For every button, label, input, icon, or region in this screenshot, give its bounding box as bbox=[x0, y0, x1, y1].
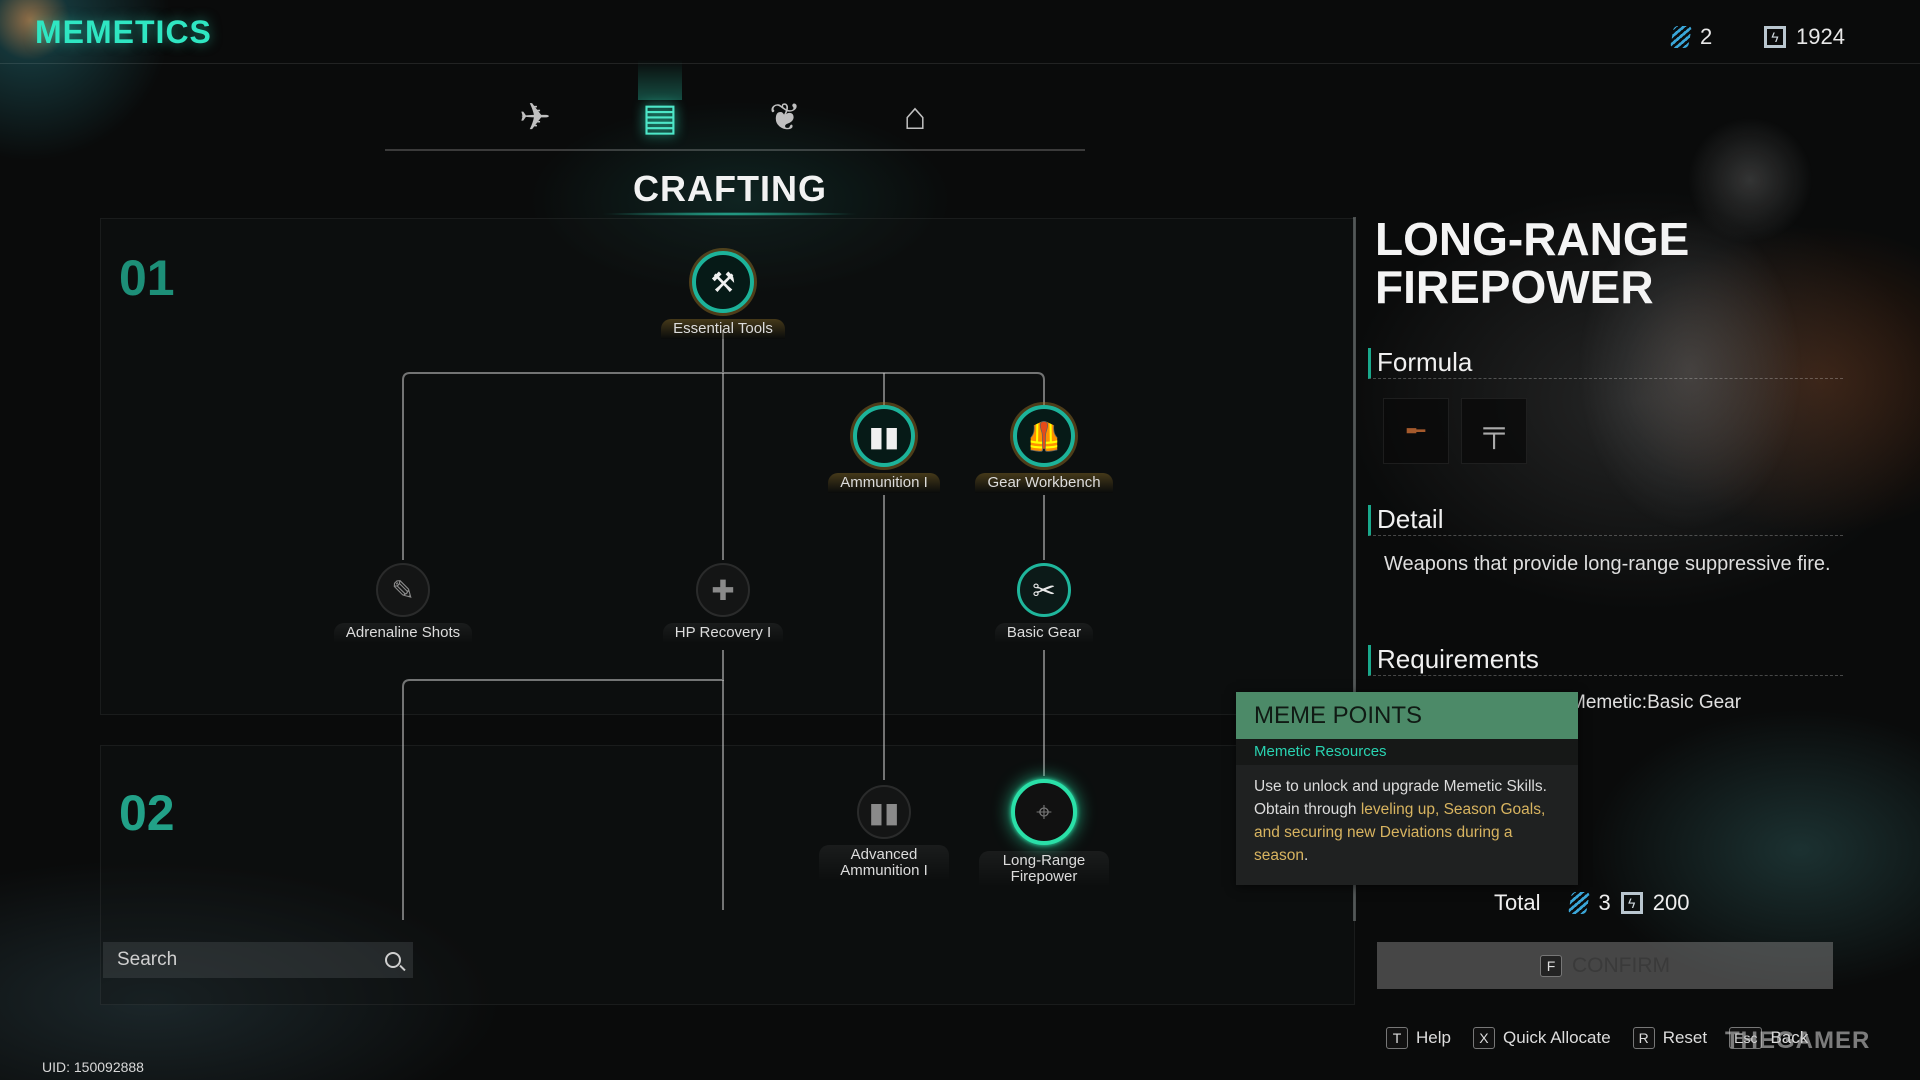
user-id: UID: 150092888 bbox=[42, 1059, 144, 1075]
node-ammunition-1[interactable]: ▮▮ Ammunition I bbox=[814, 405, 954, 493]
meme-points-tooltip: MEME POINTS Memetic Resources Use to unl… bbox=[1236, 692, 1578, 885]
node-gear-workbench[interactable]: 🦺 Gear Workbench bbox=[974, 405, 1114, 493]
syringe-icon: ✎ bbox=[376, 563, 430, 617]
category-tabs: ✈ ▤ ❦ ⌂ bbox=[385, 60, 1085, 151]
node-label: Advanced Ammunition I bbox=[819, 845, 949, 881]
hint-label: Quick Allocate bbox=[1502, 1028, 1611, 1047]
essential-tools-icon: ⚒ bbox=[692, 251, 754, 313]
tab-crafting[interactable]: ▤ bbox=[630, 60, 690, 145]
total-meme-points: 3 bbox=[1598, 890, 1611, 915]
meme-points-counter: 2 bbox=[1672, 24, 1712, 50]
hint-label: Reset bbox=[1662, 1028, 1708, 1047]
meme-points-icon bbox=[1672, 26, 1690, 48]
meme-points-icon bbox=[1570, 892, 1588, 914]
node-label: Ammunition I bbox=[828, 473, 940, 493]
formula-heading: Formula bbox=[1368, 348, 1843, 379]
watermark: THEGAMER bbox=[1725, 1027, 1871, 1054]
key-badge: T bbox=[1386, 1027, 1408, 1049]
node-adrenaline-shots[interactable]: ✎ Adrenaline Shots bbox=[333, 563, 473, 643]
tier-label: 02 bbox=[119, 785, 175, 841]
energy-icon: ϟ bbox=[1620, 892, 1643, 914]
house-icon: ⌂ bbox=[903, 96, 927, 138]
sniper-rifle-icon: ╾ bbox=[1406, 414, 1426, 448]
drone-icon: ✈ bbox=[519, 97, 551, 139]
assault-rifle-icon: ╤ bbox=[1483, 414, 1505, 447]
confirm-key: F bbox=[1540, 954, 1562, 977]
workbench-icon: ▤ bbox=[642, 97, 678, 139]
node-essential-tools[interactable]: ⚒ Essential Tools bbox=[653, 251, 793, 339]
plant-icon: ❦ bbox=[769, 97, 801, 139]
tooltip-body: Use to unlock and upgrade Memetic Skills… bbox=[1236, 765, 1578, 877]
hint-reset[interactable]: R Reset bbox=[1632, 1027, 1708, 1049]
app-title: MEMETICS bbox=[35, 14, 212, 50]
tooltip-body-end: . bbox=[1303, 847, 1309, 864]
ammunition-icon: ▮▮ bbox=[857, 785, 911, 839]
gear-pieces-icon: ✂ bbox=[1017, 563, 1071, 617]
detail-description: Weapons that provide long-range suppress… bbox=[1384, 553, 1831, 575]
header-divider bbox=[0, 63, 1920, 64]
node-label: Long-Range Firepower bbox=[979, 851, 1109, 887]
key-badge: R bbox=[1632, 1027, 1655, 1049]
energy-icon: ϟ bbox=[1764, 26, 1786, 48]
search-bar bbox=[103, 942, 413, 978]
detail-title-line-1: LONG-RANGE bbox=[1375, 213, 1690, 265]
search-icon[interactable] bbox=[385, 952, 401, 968]
hint-label: Help bbox=[1416, 1028, 1451, 1047]
total-cost: Total 3 ϟ 200 bbox=[1494, 890, 1689, 916]
key-badge: X bbox=[1472, 1027, 1495, 1049]
energy-value: 1924 bbox=[1796, 24, 1845, 49]
node-long-range-firepower[interactable]: ⌖ Long-Range Firepower bbox=[974, 779, 1114, 887]
confirm-label: CONFIRM bbox=[1572, 953, 1670, 977]
vest-icon: 🦺 bbox=[1013, 405, 1075, 467]
node-advanced-ammunition-1[interactable]: ▮▮ Advanced Ammunition I bbox=[814, 785, 954, 881]
tooltip-title: MEME POINTS bbox=[1236, 692, 1578, 739]
total-label: Total bbox=[1494, 890, 1541, 915]
node-label: HP Recovery I bbox=[662, 623, 784, 643]
node-label: Basic Gear bbox=[994, 623, 1094, 643]
bandage-icon: ✚ bbox=[696, 563, 750, 617]
detail-heading: Detail bbox=[1368, 505, 1843, 536]
hint-quick-allocate[interactable]: X Quick Allocate bbox=[1472, 1027, 1611, 1049]
confirm-button[interactable]: F CONFIRM bbox=[1377, 942, 1833, 989]
ammunition-icon: ▮▮ bbox=[853, 405, 915, 467]
section-title-glow bbox=[600, 212, 860, 216]
node-basic-gear[interactable]: ✂ Basic Gear bbox=[974, 563, 1114, 643]
tab-combat[interactable]: ✈ bbox=[505, 90, 565, 145]
tier-label: 01 bbox=[119, 250, 175, 306]
assault-rifle-item[interactable]: ╤ bbox=[1461, 398, 1527, 464]
rifle-icon: ⌖ bbox=[1011, 779, 1077, 845]
tab-farming[interactable]: ❦ bbox=[755, 90, 815, 145]
meme-points-value: 2 bbox=[1700, 24, 1713, 49]
node-hp-recovery-1[interactable]: ✚ HP Recovery I bbox=[653, 563, 793, 643]
energy-counter: ϟ 1924 bbox=[1764, 24, 1845, 50]
detail-title: LONG-RANGE FIREPOWER bbox=[1375, 215, 1689, 311]
sniper-rifle-item[interactable]: ╾ bbox=[1383, 398, 1449, 464]
section-title: CRAFTING bbox=[633, 168, 827, 209]
hint-help[interactable]: T Help bbox=[1386, 1027, 1451, 1049]
tab-building[interactable]: ⌂ bbox=[885, 90, 945, 145]
total-energy: 200 bbox=[1652, 890, 1690, 915]
node-label: Gear Workbench bbox=[975, 473, 1113, 493]
detail-title-line-2: FIREPOWER bbox=[1375, 261, 1654, 313]
formula-items: ╾ ╤ bbox=[1383, 398, 1527, 464]
tooltip-subtitle: Memetic Resources bbox=[1236, 739, 1578, 765]
node-label: Essential Tools bbox=[661, 319, 785, 339]
search-input[interactable] bbox=[117, 949, 385, 971]
requirements-heading: Requirements bbox=[1368, 645, 1843, 676]
node-label: Adrenaline Shots bbox=[333, 623, 473, 643]
